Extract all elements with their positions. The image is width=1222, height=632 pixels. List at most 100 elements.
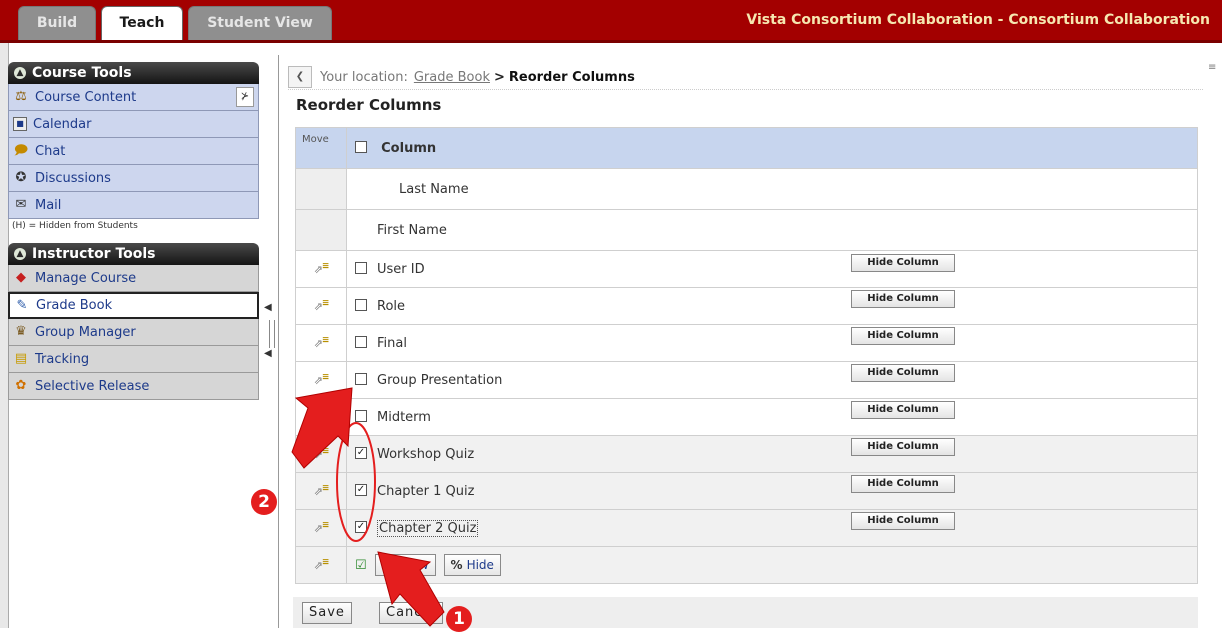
drag-handle-icon[interactable]: ⇗≡ bbox=[314, 409, 330, 424]
column-name: Final bbox=[377, 335, 407, 351]
table-row[interactable]: ⇗≡ Final bbox=[295, 324, 1198, 362]
sidebar-item-mail[interactable]: ✉ Mail bbox=[8, 192, 259, 219]
table-header-row: Move Column bbox=[295, 127, 1198, 169]
table-row[interactable]: ⇗≡ ✓ Chapter 2 Quiz bbox=[295, 509, 1198, 547]
sidebar-item-label: Manage Course bbox=[35, 270, 137, 286]
hide-column-button[interactable]: Hide Column bbox=[851, 512, 955, 530]
grade-book-icon: ✎ bbox=[16, 297, 28, 313]
column-name: User ID bbox=[377, 261, 425, 277]
course-tools-title: Course Tools bbox=[32, 65, 132, 81]
sidebar-item-grade-book[interactable]: ✎ Grade Book bbox=[8, 292, 259, 319]
row-checkbox[interactable] bbox=[355, 299, 367, 311]
instructor-tools-header[interactable]: ▲ Instructor Tools bbox=[8, 243, 259, 265]
tab-student-view[interactable]: Student View bbox=[188, 6, 332, 40]
table-row[interactable]: ⇗≡ ✓ Workshop Quiz bbox=[295, 435, 1198, 473]
drag-handle-icon[interactable]: ⇗≡ bbox=[314, 335, 330, 350]
mail-icon: ✉ bbox=[15, 197, 27, 212]
sidebar-item-label: Group Manager bbox=[35, 324, 136, 340]
sidebar-item-course-content[interactable]: ⚖ Course Content ⊁ bbox=[8, 84, 259, 111]
hide-column-button[interactable]: Hide Column bbox=[851, 327, 955, 345]
course-content-icon: ⚖ bbox=[15, 89, 27, 104]
sidebar-item-label: Mail bbox=[35, 197, 62, 213]
tracking-icon: ▤ bbox=[14, 351, 28, 366]
show-icon: ◉ bbox=[381, 558, 393, 572]
sidebar-item-selective-release[interactable]: ✿ Selective Release bbox=[8, 373, 259, 400]
instructor-tools-title: Instructor Tools bbox=[32, 246, 156, 262]
sidebar-item-discussions[interactable]: ✪ Discussions bbox=[8, 165, 259, 192]
row-checkbox[interactable] bbox=[355, 336, 367, 348]
sidebar-item-label: Discussions bbox=[35, 170, 111, 186]
sidebar-item-label: Course Content bbox=[35, 89, 137, 105]
sidebar-item-label: Chat bbox=[35, 143, 66, 159]
sidebar-item-tracking[interactable]: ▤ Tracking bbox=[8, 346, 259, 373]
table-row[interactable]: ⇗≡ Role bbox=[295, 287, 1198, 325]
row-checkbox-checked[interactable]: ✓ bbox=[355, 447, 367, 459]
row-checkbox[interactable] bbox=[355, 262, 367, 274]
drag-handle-icon[interactable]: ⇗≡ bbox=[314, 520, 330, 535]
hide-column-button[interactable]: Hide Column bbox=[851, 401, 955, 419]
table-row[interactable]: ⇗≡ Group Presentation bbox=[295, 361, 1198, 399]
hide-column-button[interactable]: Hide Column bbox=[851, 254, 955, 272]
drag-handle-icon[interactable]: ⇗≡ bbox=[314, 446, 330, 461]
breadcrumb-current: Reorder Columns bbox=[508, 69, 635, 85]
hide-column-button[interactable]: Hide Column bbox=[851, 475, 955, 493]
sidebar-item-manage-course[interactable]: ◆ Manage Course bbox=[8, 265, 259, 292]
course-tools-header[interactable]: ▲ Course Tools bbox=[8, 62, 259, 84]
table-row: First Name bbox=[295, 209, 1198, 251]
checked-arrow-icon: ☑ bbox=[355, 557, 367, 573]
row-checkbox[interactable] bbox=[355, 410, 367, 422]
table-row[interactable]: ⇗≡ ✓ Chapter 1 Quiz bbox=[295, 472, 1198, 510]
sidebar-item-group-manager[interactable]: ♛ Group Manager bbox=[8, 319, 259, 346]
hide-column-button[interactable]: Hide Column bbox=[851, 290, 955, 308]
column-name: Midterm bbox=[377, 409, 431, 425]
table-row[interactable]: ⇗≡ Midterm bbox=[295, 398, 1198, 436]
breadcrumb-separator: > bbox=[493, 69, 505, 85]
reorder-columns-table: Move Column Last Name First Name ⇗≡ User… bbox=[295, 127, 1198, 584]
column-name: Group Presentation bbox=[377, 372, 503, 388]
sidebar-item-label: Calendar bbox=[33, 116, 92, 132]
content-frame-border bbox=[278, 55, 283, 628]
hide-button[interactable]: % Hide bbox=[443, 554, 501, 576]
panel-resize-handle[interactable]: ◀ ◀ bbox=[262, 300, 276, 370]
drag-handle-icon[interactable]: ⇗≡ bbox=[314, 261, 330, 276]
row-checkbox[interactable] bbox=[355, 373, 367, 385]
collapse-left-icon[interactable]: ◀ bbox=[264, 348, 272, 359]
hide-icon: % bbox=[450, 558, 463, 572]
discussions-icon: ✪ bbox=[15, 170, 27, 185]
sidebar-item-label: Selective Release bbox=[35, 378, 150, 394]
collapse-left-icon[interactable]: ◀ bbox=[264, 302, 272, 313]
move-column-header: Move bbox=[302, 134, 329, 145]
expand-icon[interactable]: ⊁ bbox=[236, 87, 254, 107]
show-button[interactable]: ◉ Show bbox=[374, 554, 436, 576]
scroll-handle-icon[interactable]: ≡ bbox=[1208, 62, 1218, 74]
form-action-bar: Save Cancel bbox=[293, 597, 1198, 628]
back-arrow-icon[interactable]: ❮ bbox=[288, 66, 312, 88]
table-row[interactable]: ⇗≡ User ID bbox=[295, 250, 1198, 288]
breadcrumb-link-grade-book[interactable]: Grade Book bbox=[414, 70, 490, 85]
hide-column-button[interactable]: Hide Column bbox=[851, 364, 955, 382]
hide-column-button[interactable]: Hide Column bbox=[851, 438, 955, 456]
column-header: Column bbox=[381, 140, 437, 156]
column-name: Workshop Quiz bbox=[377, 446, 475, 462]
hidden-from-students-note: (H) = Hidden from Students bbox=[12, 221, 138, 231]
sidebar: ▲ Course Tools ⚖ Course Content ⊁ ■ Cale… bbox=[8, 62, 259, 400]
row-checkbox-checked[interactable]: ✓ bbox=[355, 521, 367, 533]
tab-teach[interactable]: Teach bbox=[101, 6, 183, 40]
page-title: Reorder Columns bbox=[296, 96, 442, 114]
select-all-checkbox[interactable] bbox=[355, 141, 367, 153]
cancel-button[interactable]: Cancel bbox=[379, 602, 444, 624]
collapse-arrow-icon[interactable]: ▲ bbox=[14, 248, 26, 260]
tab-build[interactable]: Build bbox=[18, 6, 96, 40]
row-checkbox-checked[interactable]: ✓ bbox=[355, 484, 367, 496]
drag-grip-icon[interactable] bbox=[269, 320, 275, 348]
drag-handle-icon[interactable]: ⇗≡ bbox=[314, 298, 330, 313]
column-name: First Name bbox=[377, 222, 447, 238]
manage-course-icon: ◆ bbox=[16, 270, 26, 285]
sidebar-item-calendar[interactable]: ■ Calendar bbox=[8, 111, 259, 138]
save-button[interactable]: Save bbox=[302, 602, 352, 624]
drag-handle-icon[interactable]: ⇗≡ bbox=[314, 372, 330, 387]
collapse-arrow-icon[interactable]: ▲ bbox=[14, 67, 26, 79]
sidebar-item-chat[interactable]: 🗩 Chat bbox=[8, 138, 259, 165]
drag-handle-icon[interactable]: ⇗≡ bbox=[314, 483, 330, 498]
selective-release-icon: ✿ bbox=[15, 378, 27, 393]
